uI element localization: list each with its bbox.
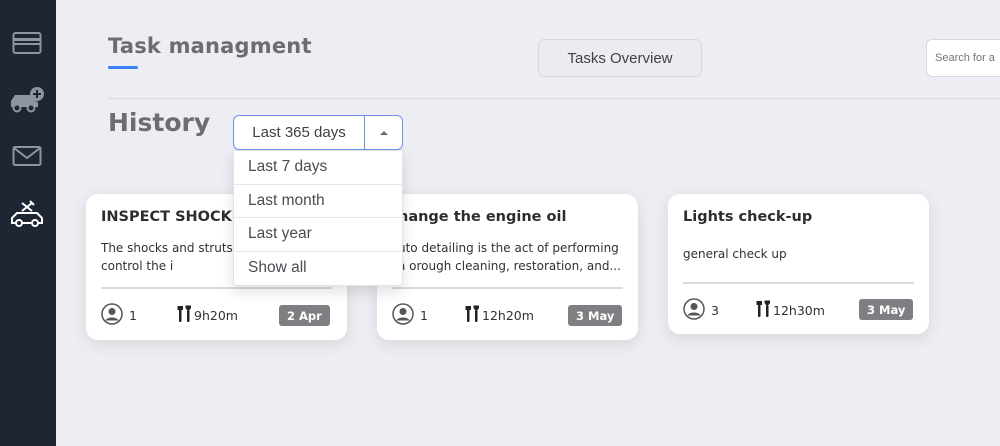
user-icon [392, 303, 414, 328]
search-input[interactable] [926, 39, 1000, 77]
date-badge: 3 May [568, 305, 623, 326]
add-car-icon[interactable] [8, 85, 46, 115]
card-divider [392, 287, 623, 289]
chevron-up-icon[interactable] [365, 116, 402, 149]
tools-icon [465, 305, 481, 326]
task-description: uto detailing is the act of performing a… [398, 241, 621, 273]
main-content: Task managment Tasks Overview History La… [56, 0, 1000, 446]
option-show-all[interactable]: Show all [234, 252, 402, 286]
task-card[interactable]: hange the engine oil uto detailing is th… [377, 194, 638, 340]
task-time: 9h20m [177, 305, 238, 326]
task-title: hange the engine oil [398, 209, 567, 225]
tools-icon [756, 300, 772, 321]
task-time: 12h20m [465, 305, 534, 326]
header-divider [108, 98, 1000, 99]
title-underline [108, 66, 138, 69]
user-icon [101, 303, 123, 328]
history-heading: History [108, 108, 211, 137]
tools-icon [177, 305, 193, 326]
option-last-year[interactable]: Last year [234, 218, 402, 252]
car-repair-icon[interactable] [8, 199, 46, 229]
period-select[interactable]: Last 365 days [233, 115, 403, 150]
time-value: 9h20m [194, 308, 238, 323]
tab-tasks-overview[interactable]: Tasks Overview [538, 39, 702, 77]
users-count: 1 [129, 308, 137, 323]
sidebar [0, 0, 56, 446]
card-icon[interactable] [8, 28, 46, 58]
time-value: 12h20m [482, 308, 534, 323]
page-title: Task managment [108, 34, 312, 58]
date-badge: 3 May [859, 299, 914, 320]
task-title: INSPECT SHOCKS [101, 209, 243, 225]
date-badge: 2 Apr [279, 305, 330, 326]
task-card[interactable]: Lights check-up general check up 3 12h30… [668, 194, 929, 334]
card-divider [101, 287, 332, 289]
user-icon [683, 298, 705, 323]
users-count: 3 [711, 303, 719, 318]
task-description: general check up [683, 247, 787, 261]
task-time: 12h30m [756, 300, 825, 321]
time-value: 12h30m [773, 303, 825, 318]
period-select-value: Last 365 days [234, 116, 365, 149]
task-title: Lights check-up [683, 209, 813, 225]
users-count: 1 [420, 308, 428, 323]
mail-icon[interactable] [8, 141, 46, 171]
option-last-month[interactable]: Last month [234, 185, 402, 218]
option-last-7-days[interactable]: Last 7 days [234, 151, 402, 185]
period-dropdown: Last 7 days Last month Last year Show al… [233, 150, 403, 286]
task-users: 1 [101, 303, 137, 328]
task-users: 3 [683, 298, 719, 323]
task-users: 1 [392, 303, 428, 328]
card-divider [683, 282, 914, 284]
